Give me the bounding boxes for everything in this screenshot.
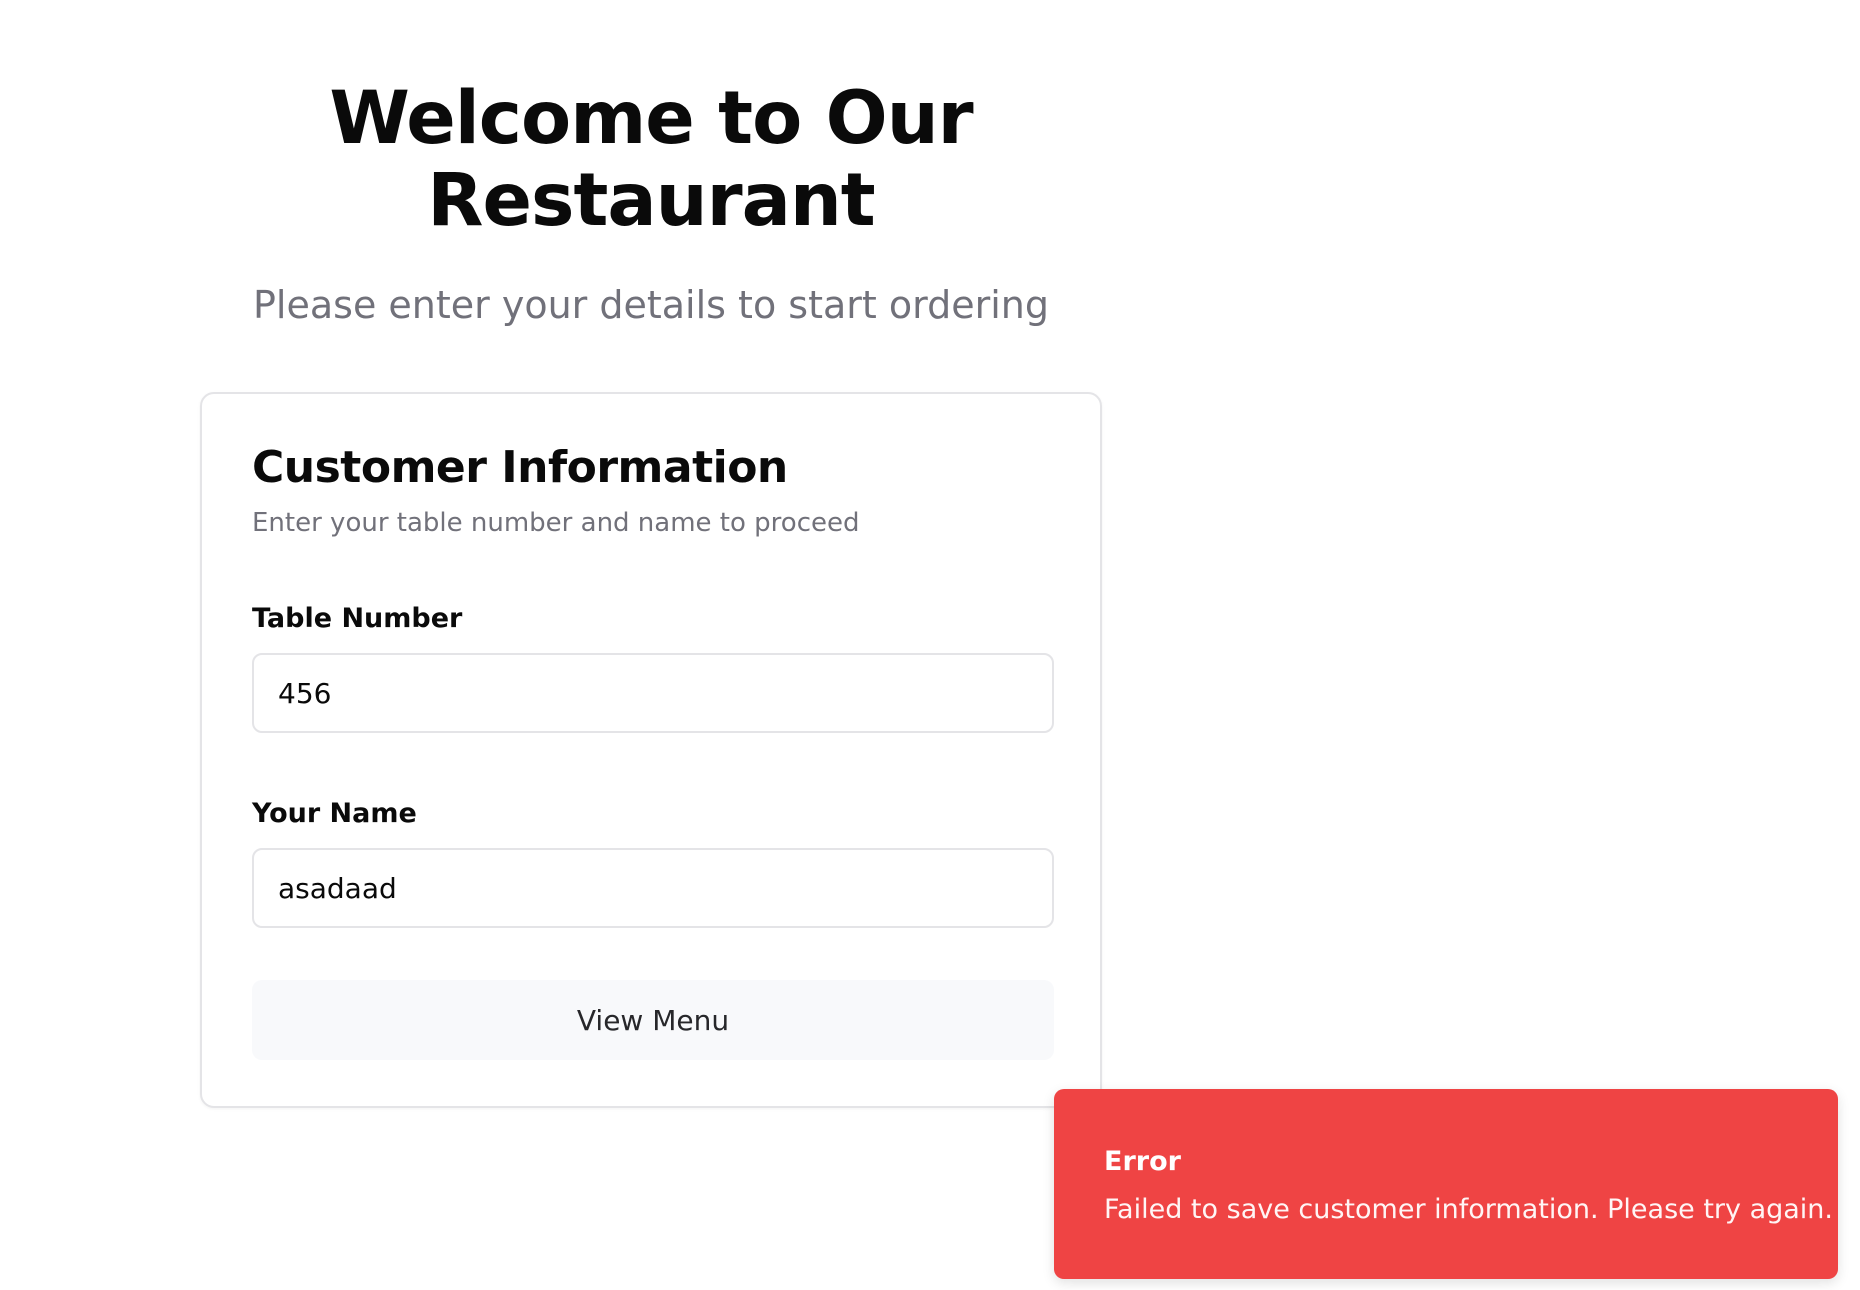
- page-title-line-1: Welcome to Our: [329, 76, 973, 161]
- toast-title: Error: [1104, 1146, 1181, 1177]
- card-description: Enter your table number and name to proc…: [252, 508, 860, 538]
- table-number-input[interactable]: [252, 653, 1054, 733]
- page: Welcome to Our Restaurant Please enter yo…: [0, 0, 1860, 1290]
- card-title: Customer Information: [252, 442, 788, 493]
- page-subtitle: Please enter your details to start order…: [253, 283, 1049, 327]
- your-name-label: Your Name: [252, 798, 417, 829]
- your-name-input[interactable]: [252, 848, 1054, 928]
- toast-message: Failed to save customer information. Ple…: [1104, 1194, 1833, 1225]
- table-number-label: Table Number: [252, 603, 463, 634]
- view-menu-button[interactable]: View Menu: [252, 980, 1054, 1060]
- page-title: Welcome to Our Restaurant: [200, 78, 1102, 242]
- page-title-line-2: Restaurant: [427, 158, 875, 243]
- hero-section: Welcome to Our Restaurant Please enter yo…: [200, 78, 1102, 328]
- error-toast[interactable]: Error Failed to save customer informatio…: [1054, 1089, 1838, 1279]
- customer-info-card: Customer Information Enter your table nu…: [200, 392, 1102, 1108]
